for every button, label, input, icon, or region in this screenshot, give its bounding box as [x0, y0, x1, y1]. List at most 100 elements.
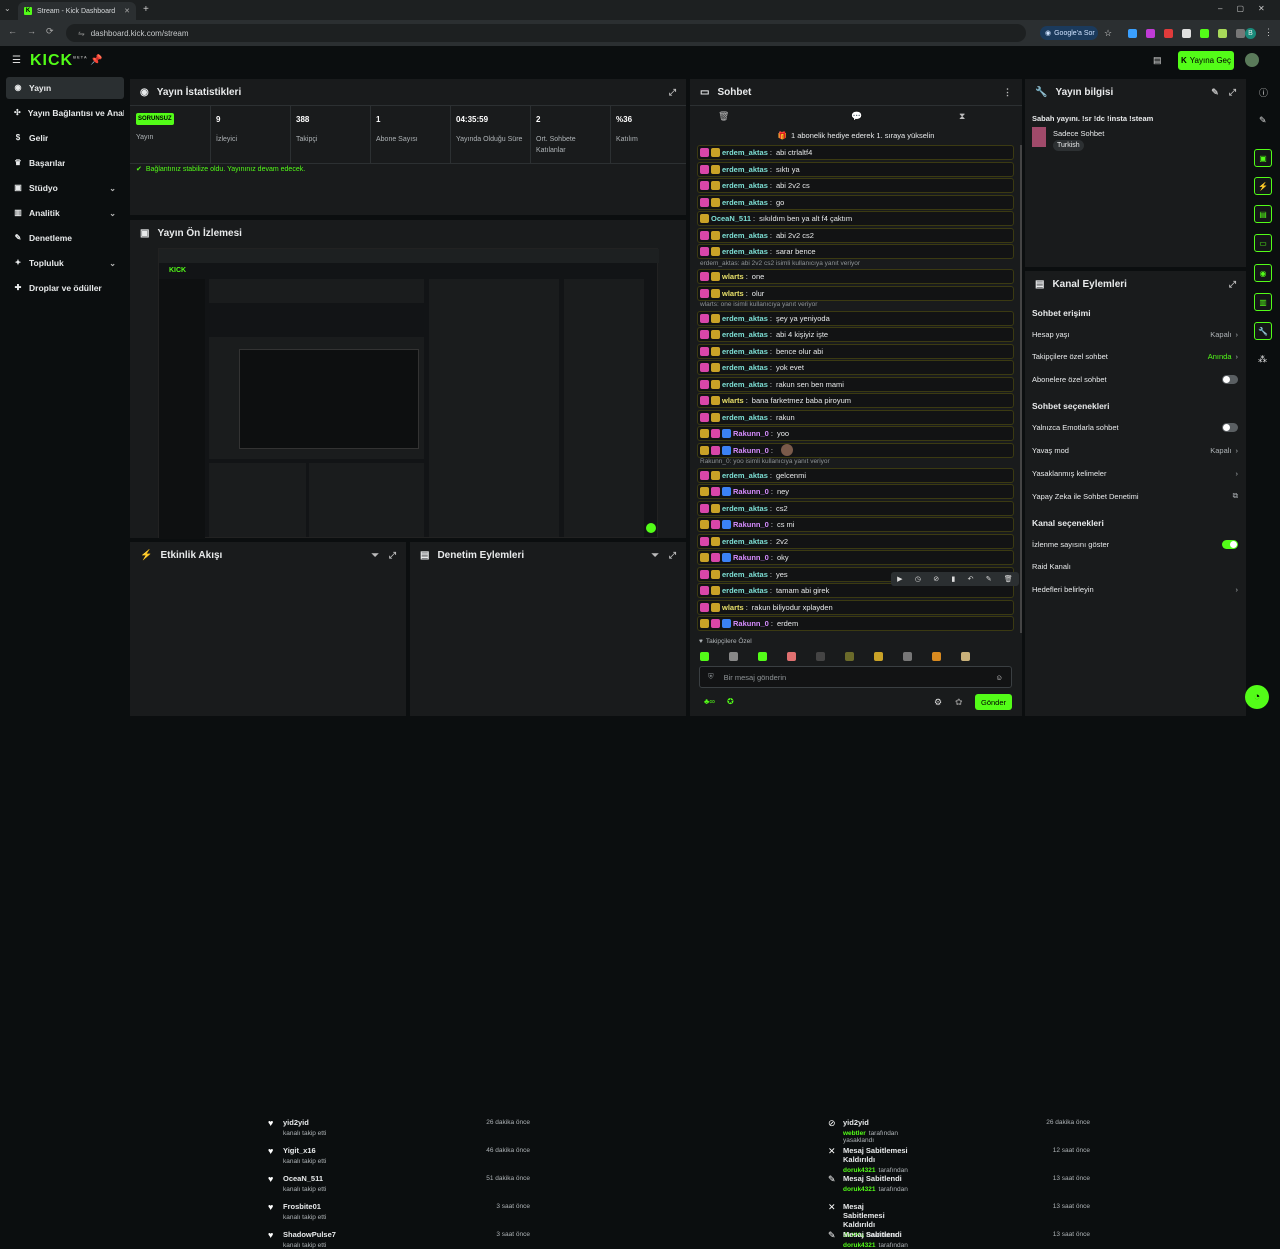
account-age-row[interactable]: Hesap yaşı Kapalı ›	[1032, 330, 1238, 339]
chat-message[interactable]: Rakunn_0: ney	[697, 484, 1014, 499]
emote-icon[interactable]	[729, 651, 738, 661]
moderator-name[interactable]: doruk4321	[843, 1186, 876, 1193]
settings-icon[interactable]: ⚙	[934, 697, 942, 708]
play-icon[interactable]: ▶	[897, 575, 902, 583]
chat-username[interactable]: erdem_aktas	[722, 165, 768, 174]
rail-nodes-icon[interactable]: ⁂	[1258, 354, 1267, 365]
expand-icon[interactable]: ⤢	[1229, 279, 1236, 290]
rail-wrench-icon[interactable]: 🔧	[1254, 322, 1272, 340]
extension-icon[interactable]	[1164, 29, 1173, 38]
moderator-name[interactable]: webtler	[843, 1130, 866, 1137]
chat-username[interactable]: erdem_aktas	[722, 380, 768, 389]
sidebar-item[interactable]: ▣ Stüdyo ⌄	[6, 177, 124, 199]
pin-icon[interactable]: 📌	[90, 55, 102, 66]
hourglass-icon[interactable]: ⧗	[959, 111, 965, 122]
chat-message[interactable]: erdem_aktas: sıktı ya	[697, 161, 1014, 177]
chat-username[interactable]: erdem_aktas	[722, 504, 768, 513]
chat-username[interactable]: erdem_aktas	[722, 198, 768, 207]
chat-message[interactable]: erdem_aktas: abi 4 kişiyiz işte	[697, 327, 1014, 342]
chat-username[interactable]: erdem_aktas	[722, 570, 768, 579]
hamburger-menu-icon[interactable]: ☰	[12, 55, 21, 66]
emote-icon[interactable]	[845, 651, 854, 661]
sidebar-item[interactable]: ✎ Denetleme	[6, 227, 124, 249]
sidebar-item[interactable]: $ Gelir	[6, 127, 124, 149]
chat-username[interactable]: erdem_aktas	[722, 471, 768, 480]
ban-icon[interactable]: ⊘	[933, 575, 939, 583]
chat-message[interactable]: Rakunn_0: yoo	[697, 426, 1014, 441]
chat-message[interactable]: erdem_aktas: abi 2v2 cs2	[697, 227, 1014, 243]
sidebar-item[interactable]: ✦ Topluluk ⌄	[6, 252, 124, 274]
chat-scrollbar[interactable]	[1020, 145, 1022, 633]
rail-target-icon[interactable]: ◉	[1254, 264, 1272, 282]
trash-icon[interactable]: 🗑	[718, 111, 729, 122]
chat-username[interactable]: erdem_aktas	[722, 314, 768, 323]
go-live-button[interactable]: K Yayına Geç	[1178, 51, 1234, 70]
delete-icon[interactable]: ▮	[951, 575, 955, 583]
rail-stats-icon[interactable]: ▣	[1254, 149, 1272, 167]
subs-chat-toggle[interactable]	[1222, 375, 1238, 384]
emote-icon[interactable]	[700, 651, 709, 661]
chat-username[interactable]: erdem_aktas	[722, 247, 768, 256]
extension-icon[interactable]	[1128, 29, 1137, 38]
activity-name[interactable]: yid2yid	[283, 1118, 326, 1127]
reply-icon[interactable]: ↶	[968, 575, 974, 583]
emote-icon[interactable]	[874, 651, 883, 661]
chat-message[interactable]: erdem_aktas: rakun	[697, 409, 1014, 425]
rail-document-icon[interactable]: ▤	[1254, 205, 1272, 223]
chat-message[interactable]: erdem_aktas: go	[697, 194, 1014, 210]
emote-icon[interactable]	[903, 651, 912, 661]
chat-username[interactable]: erdem_aktas	[722, 181, 768, 190]
chat-message[interactable]: Rakunn_0: cs mi	[697, 517, 1014, 532]
chat-username[interactable]: Rakunn_0	[733, 487, 769, 496]
preview-video[interactable]: KICK	[158, 248, 659, 539]
emotes-only-toggle[interactable]	[1222, 423, 1238, 432]
slow-mode-row[interactable]: Yavaş mod Kapalı ›	[1032, 446, 1238, 455]
chat-message[interactable]: wlarts: rakun biliyodur xplayden	[697, 599, 1014, 615]
extension-icon[interactable]	[1146, 29, 1155, 38]
emote-icon[interactable]	[787, 651, 796, 661]
chat-message[interactable]: erdem_aktas: cs2	[697, 500, 1014, 516]
chat-username[interactable]: erdem_aktas	[722, 413, 768, 422]
chat-message[interactable]: Rakunn_0: oky	[697, 550, 1014, 565]
chat-username[interactable]: erdem_aktas	[722, 347, 768, 356]
sidebar-item[interactable]: ♛ Başarılar	[6, 152, 124, 174]
emote-icon[interactable]	[758, 651, 767, 661]
wallet-icon[interactable]: ▤	[1153, 55, 1162, 66]
chat-message[interactable]: erdem_aktas:2v2	[697, 533, 1014, 549]
browser-tab[interactable]: K Stream - Kick Dashboard ✕	[18, 2, 136, 20]
sidebar-item[interactable]: ✚ Droplar ve ödüller	[6, 277, 124, 299]
chat-message[interactable]: erdem_aktas: şey ya yeniyoda	[697, 310, 1014, 326]
chat-message[interactable]: Rakunn_0:	[697, 442, 1014, 458]
edit-rail-icon[interactable]: ✎	[1259, 115, 1267, 126]
google-ask-button[interactable]: ◉ Google'a Sor	[1040, 26, 1098, 40]
extension-icon[interactable]	[1200, 29, 1209, 38]
edit-icon[interactable]: ✎	[1211, 87, 1219, 98]
emoji-icon[interactable]: ☺	[995, 673, 1003, 682]
rail-lightning-icon[interactable]: ⚡	[1254, 177, 1272, 195]
chat-username[interactable]: erdem_aktas	[722, 363, 768, 372]
chat-username[interactable]: erdem_aktas	[722, 586, 768, 595]
chat-message[interactable]: erdem_aktas: rakun sen ben mami	[697, 376, 1014, 392]
moderator-name[interactable]: doruk4321	[843, 1167, 876, 1174]
chat-message[interactable]: Rakunn_0: erdem	[697, 616, 1014, 631]
chat-message[interactable]: wlarts: one	[697, 269, 1014, 284]
chat-message[interactable]: erdem_aktas: abi 2v2 cs	[697, 178, 1014, 193]
chat-username[interactable]: erdem_aktas	[722, 231, 768, 240]
bot-icon[interactable]: ✿	[955, 697, 963, 708]
emote-icon[interactable]	[816, 651, 825, 661]
kick-points-icon[interactable]: ♣∞	[704, 697, 715, 706]
goals-row[interactable]: Hedefleri belirleyin ›	[1032, 585, 1238, 594]
browser-menu-icon[interactable]: ⋮	[1264, 27, 1273, 38]
chat-message[interactable]: OceaN_511: sıkıldım ben ya alt f4 çaktım	[697, 211, 1014, 226]
extension-icon[interactable]	[1218, 29, 1227, 38]
rail-shop-icon[interactable]: ▥	[1254, 293, 1272, 311]
chat-username[interactable]: wlarts	[722, 272, 744, 281]
chat-username[interactable]: Rakunn_0	[733, 446, 769, 455]
category-name[interactable]: Sadece Sohbet	[1053, 129, 1104, 138]
timeout-icon[interactable]: ◷	[915, 575, 921, 583]
chat-username[interactable]: Rakunn_0	[733, 553, 769, 562]
extension-icon[interactable]	[1182, 29, 1191, 38]
user-avatar[interactable]	[1245, 53, 1259, 67]
emote-icon[interactable]	[961, 651, 970, 661]
send-button[interactable]: Gönder	[975, 694, 1012, 710]
